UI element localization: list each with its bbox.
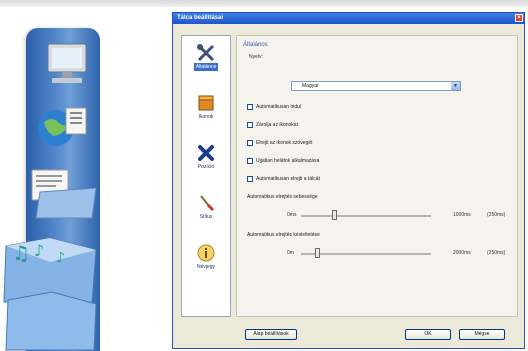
tools-icon — [197, 44, 215, 62]
slider-min: 0ms — [287, 212, 297, 218]
ok-button[interactable]: OK — [405, 329, 451, 340]
x-icon — [198, 145, 214, 161]
checkbox-lock-icons[interactable]: Zárolja az ikonokat — [247, 122, 298, 128]
sidebar-item-style[interactable]: Stílus — [184, 192, 228, 220]
checkbox-label: Automatikusan indul — [256, 104, 302, 110]
title-bar: Tálca beállításai × — [173, 13, 524, 24]
checkbox-autostart[interactable]: Automatikusan indul — [247, 104, 301, 110]
sidebar-item-position[interactable]: Pozíció — [184, 142, 228, 170]
folder-icon[interactable] — [0, 290, 100, 351]
checkbox-label: Ujjatlan helátok alkalmazása — [256, 158, 320, 164]
sidebar-item-about[interactable]: Névjegy — [184, 242, 228, 270]
checkbox-box[interactable] — [247, 122, 253, 128]
checkbox-box[interactable] — [247, 104, 253, 110]
sidebar-item-label: Ikonok — [198, 114, 214, 120]
chevron-down-icon[interactable]: ▼ — [451, 82, 460, 90]
slider-speed-label: Automatikus elrejtés sebessége — [247, 194, 318, 200]
sidebar-item-label: Pozíció — [197, 164, 215, 170]
sidebar-item-general[interactable]: Általános — [184, 42, 228, 71]
slider-track[interactable] — [301, 253, 431, 255]
slider-speed[interactable]: 0ms 1000ms (250ms) — [287, 210, 505, 222]
sidebar-item-label: Általános — [193, 63, 219, 71]
slider-track[interactable] — [301, 215, 431, 217]
svg-text:♪: ♪ — [56, 250, 65, 266]
brush-icon — [200, 195, 215, 212]
slider-value: (250ms) — [487, 212, 506, 218]
sidebar-item-label: Névjegy — [196, 264, 216, 270]
checkbox-hide-icon-text[interactable]: Elrejti az ikonok szövegét — [247, 140, 312, 146]
sidebar-item-icons[interactable]: Ikonok — [184, 92, 228, 120]
monitor-icon[interactable] — [42, 42, 92, 86]
globe-icon[interactable] — [36, 102, 94, 150]
dialog-title: Tálca beállításai — [177, 15, 224, 21]
checkbox-label: Automatikusan elrejti a tálcát — [256, 176, 320, 182]
checkbox-label: Zárolja az ikonokat — [256, 122, 298, 128]
checkbox-box[interactable] — [247, 158, 253, 164]
section-title: Általános — [243, 42, 268, 48]
slider-thumb[interactable] — [314, 248, 320, 258]
slider-max: 2000ms — [453, 250, 471, 256]
top-strip — [0, 0, 528, 7]
slider-max: 1000ms — [453, 212, 471, 218]
close-button[interactable]: × — [515, 14, 523, 22]
info-icon — [197, 244, 215, 262]
language-select-value: Magyar — [302, 83, 319, 89]
svg-text:♫: ♫ — [12, 241, 30, 265]
svg-text:♪: ♪ — [34, 241, 44, 260]
checkbox-label: Elrejti az ikonok szövegét — [256, 140, 313, 146]
checkbox-autohide-taskbar[interactable]: Automatikusan elrejti a tálcát — [247, 176, 320, 182]
slider-thumb[interactable] — [331, 210, 337, 220]
language-label: Nyelv: — [249, 54, 263, 60]
checkbox-box[interactable] — [247, 176, 253, 182]
general-panel: Általános Nyelv: Magyar ▼ Automatikusan … — [236, 35, 518, 317]
slider-value: (250ms) — [487, 250, 506, 256]
checkbox-box[interactable] — [247, 140, 253, 146]
sidebar: Általános Ikonok Pozíció Stílus Névjegy — [181, 35, 231, 317]
document-folder-icon[interactable] — [26, 162, 100, 220]
slider-delay[interactable]: 0m 2000ms (250ms) — [287, 248, 505, 260]
checkbox-apply-holders[interactable]: Ujjatlan helátok alkalmazása — [247, 158, 319, 164]
slider-min: 0m — [287, 250, 294, 256]
language-select[interactable]: Magyar ▼ — [291, 81, 461, 91]
box-icon — [198, 95, 214, 111]
taskbar-settings-dialog: Tálca beállításai × Általános Ikonok Poz… — [172, 12, 525, 349]
slider-delay-label: Automatikus elrejtés késleltetése — [247, 232, 320, 238]
defaults-button[interactable]: Alap beállítások — [245, 329, 297, 340]
cancel-button[interactable]: Mégse — [459, 329, 505, 340]
sidebar-item-label: Stílus — [199, 214, 213, 220]
